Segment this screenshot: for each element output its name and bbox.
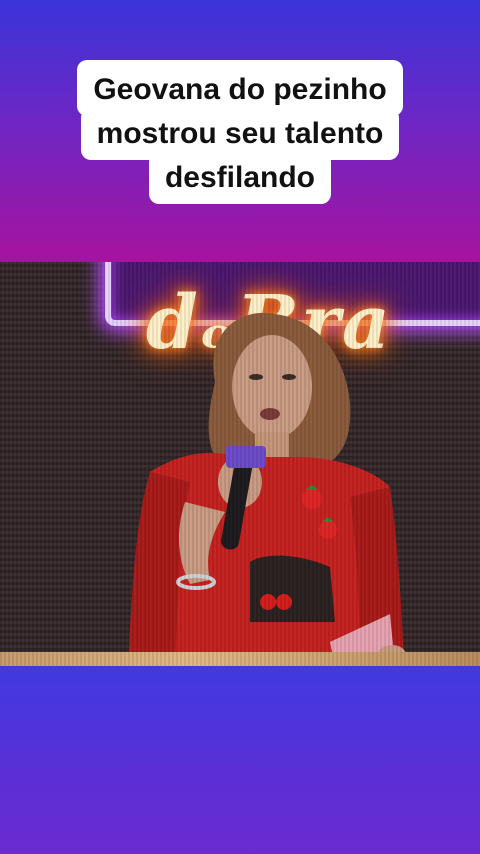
bottom-gradient-background bbox=[0, 666, 480, 854]
video-frame[interactable]: dₒBra bbox=[0, 262, 480, 666]
video-caption: Geovana do pezinho mostrou seu talento d… bbox=[0, 60, 480, 204]
stage-floor bbox=[0, 652, 480, 666]
caption-line-3: desfilando bbox=[148, 152, 331, 204]
presenter-figure bbox=[128, 312, 406, 666]
